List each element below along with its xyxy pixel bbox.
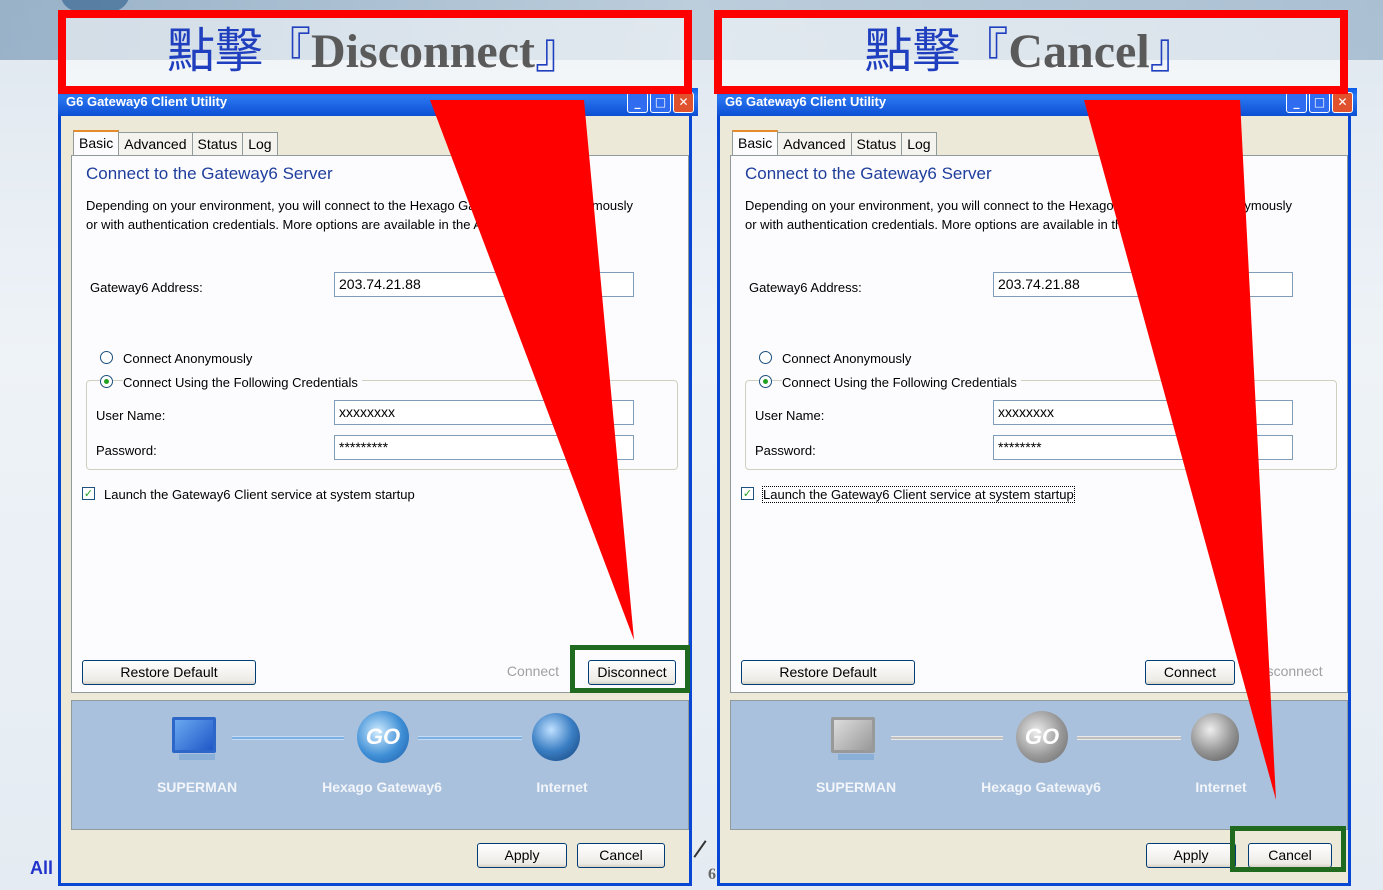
footer-text: All xyxy=(30,858,54,878)
annotation-arrows xyxy=(430,100,1276,800)
callout-left-keyword: Disconnect xyxy=(311,25,535,78)
callout-right-prefix: 點擊『 xyxy=(864,23,1009,79)
callout-left-suffix: 』 xyxy=(534,23,583,79)
callout-right-keyword: Cancel xyxy=(1008,25,1150,78)
callout-right-suffix: 』 xyxy=(1149,23,1198,79)
callout-left-prefix: 點擊『 xyxy=(167,23,312,79)
highlight-disconnect xyxy=(570,645,690,693)
page-number: 6 xyxy=(708,866,716,883)
callout-cancel: 點擊『Cancel』 xyxy=(714,10,1348,94)
highlight-cancel xyxy=(1230,826,1346,872)
callout-disconnect: 點擊『Disconnect』 xyxy=(58,10,692,94)
